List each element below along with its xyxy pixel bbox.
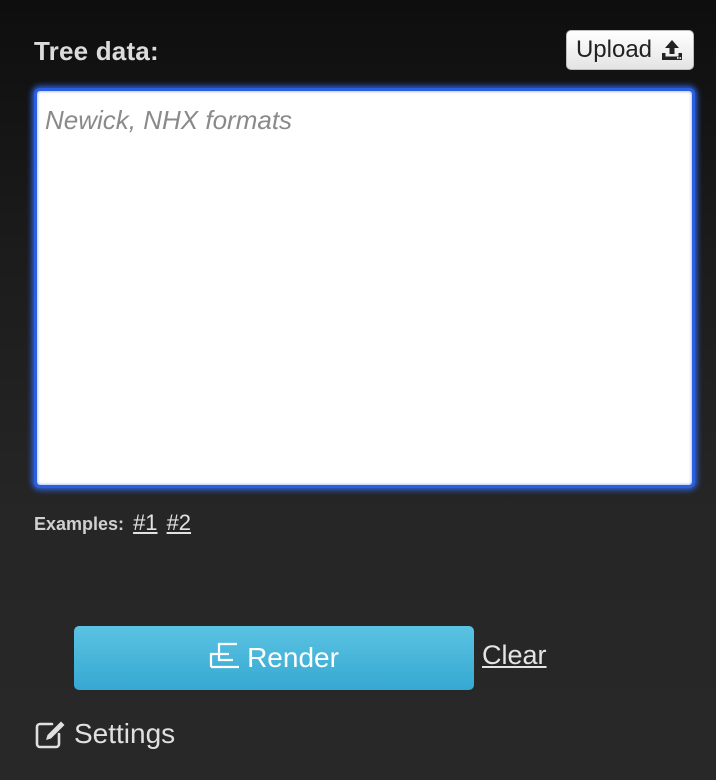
clear-link[interactable]: Clear [482,640,547,671]
settings-label: Settings [74,718,176,749]
example-link-2[interactable]: #2 [167,510,191,535]
upload-button[interactable]: Upload [566,30,694,70]
examples-label: Examples: [34,514,125,534]
tree-icon [209,640,241,677]
tree-data-textarea-frame [34,88,695,488]
tree-data-panel: Tree data: Upload Examples: #1 #2 [0,0,716,780]
upload-icon [660,38,684,62]
edit-icon [34,719,66,749]
example-link-1[interactable]: #1 [133,510,157,535]
tree-data-textarea[interactable] [37,91,692,485]
render-button[interactable]: Render [74,626,474,690]
tree-data-title: Tree data: [34,36,159,66]
examples-row: Examples: #1 #2 [34,510,191,536]
settings-toggle[interactable]: Settings [34,718,175,750]
render-button-label: Render [247,642,339,673]
upload-button-label: Upload [575,36,653,63]
